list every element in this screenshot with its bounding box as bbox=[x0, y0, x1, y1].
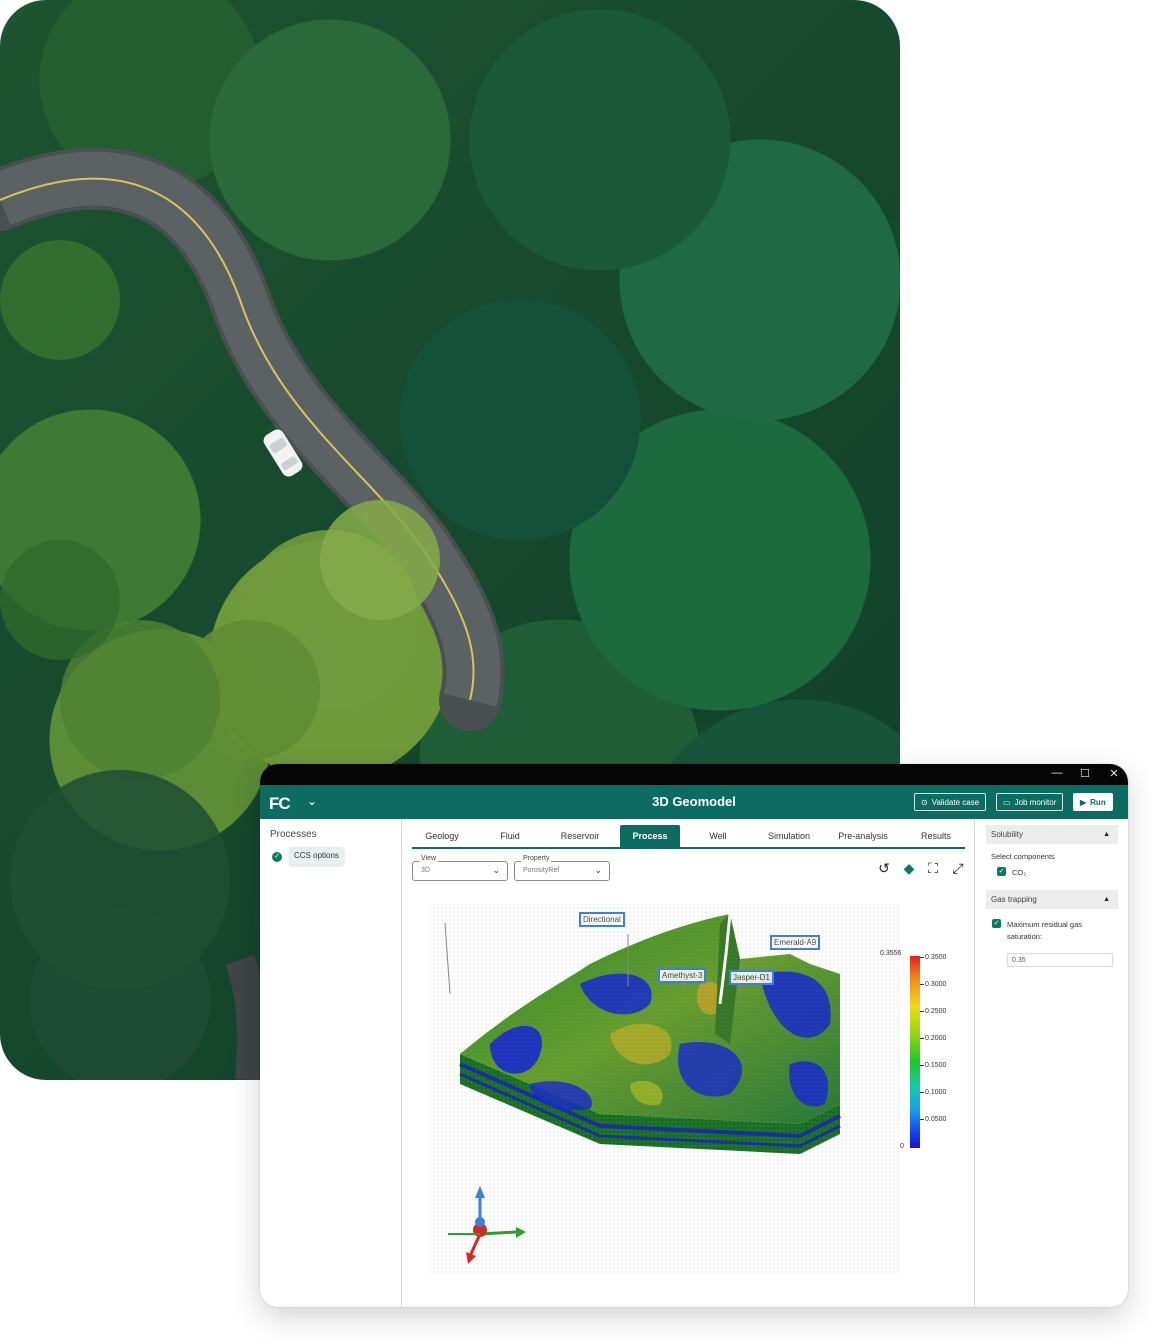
collapse-icon[interactable]: ▲ bbox=[1103, 890, 1110, 909]
monitor-icon: ▭ bbox=[1003, 798, 1011, 807]
process-item-ccs-options[interactable]: CCS options bbox=[289, 847, 344, 865]
validate-case-button[interactable]: ⊙ Validate case bbox=[914, 793, 987, 811]
fullscreen-icon[interactable]: ⛶ bbox=[924, 860, 942, 877]
settings-panel: Solubility ▲ Select components ✓ CO₂ Gas… bbox=[974, 819, 1128, 1307]
property-select[interactable]: Property PorosityRef ⌄ bbox=[514, 855, 610, 881]
chevron-down-icon: ⌄ bbox=[492, 865, 500, 875]
job-monitor-label: Job monitor bbox=[1014, 798, 1057, 807]
job-monitor-button[interactable]: ▭ Job monitor bbox=[996, 793, 1064, 811]
select-components-label: Select components bbox=[991, 852, 1055, 861]
colorbar-tick-label: 0.3500 bbox=[920, 954, 946, 961]
check-circle-icon: ✓ bbox=[272, 852, 282, 862]
section-gas-trapping[interactable]: Gas trapping ▲ bbox=[986, 890, 1118, 909]
processes-title: Processes bbox=[270, 829, 317, 840]
tab-results[interactable]: Results bbox=[906, 825, 966, 847]
section-solubility[interactable]: Solubility ▲ bbox=[986, 825, 1118, 844]
co2-checkbox[interactable]: ✓ bbox=[997, 867, 1006, 876]
max-residual-gas-label: Maximum residual gas bbox=[1007, 920, 1083, 929]
run-label: Run bbox=[1090, 798, 1106, 807]
geomodel-3d-view[interactable] bbox=[430, 904, 900, 1274]
view-select[interactable]: View 3D ⌄ bbox=[412, 855, 508, 881]
chevron-down-icon: ⌄ bbox=[594, 865, 602, 875]
tab-process[interactable]: Process bbox=[620, 825, 680, 847]
colorbar-max-label: 0.3556 bbox=[880, 950, 902, 957]
processes-panel: Processes ✓ CCS options bbox=[260, 819, 402, 1307]
colorbar-tick-label: 0.1000 bbox=[920, 1089, 946, 1096]
colorbar-tick-label: 0.3000 bbox=[920, 981, 946, 988]
well-label-jasper-d1[interactable]: Jasper-D1 bbox=[729, 970, 774, 985]
region-icon[interactable]: ◆ bbox=[900, 860, 918, 877]
view-select-label: View bbox=[419, 855, 439, 862]
minimize-icon[interactable]: — bbox=[1048, 767, 1066, 779]
collapse-icon[interactable]: ▲ bbox=[1103, 825, 1110, 844]
section-solubility-title: Solubility bbox=[991, 830, 1024, 839]
well-label-amethyst-3[interactable]: Amethyst-3 bbox=[658, 968, 707, 983]
colorbar-tick-label: 0.0500 bbox=[920, 1116, 946, 1123]
well-label-emerald-a9[interactable]: Emerald-A9 bbox=[770, 935, 821, 950]
tab-reservoir[interactable]: Reservoir bbox=[550, 825, 610, 847]
validate-icon: ⊙ bbox=[921, 798, 928, 807]
view-select-value: 3D bbox=[421, 867, 430, 874]
section-gas-trapping-title: Gas trapping bbox=[991, 895, 1037, 904]
maximize-icon[interactable]: ☐ bbox=[1076, 767, 1094, 780]
property-select-label: Property bbox=[521, 855, 552, 862]
property-select-value: PorosityRef bbox=[523, 867, 560, 874]
colorbar-min-label: 0 bbox=[900, 1143, 904, 1150]
residual-gas-saturation-input[interactable]: 0.35 bbox=[1007, 953, 1113, 967]
tab-simulation[interactable]: Simulation bbox=[756, 825, 822, 847]
tab-well[interactable]: Well bbox=[688, 825, 748, 847]
app-header: FC ⌄ 3D Geomodel ⊙ Validate case ▭ Job mon… bbox=[260, 785, 1128, 819]
tab-geology[interactable]: Geology bbox=[412, 825, 472, 847]
colorbar bbox=[910, 956, 920, 1148]
well-label-directional[interactable]: Directional bbox=[579, 912, 625, 927]
validate-case-label: Validate case bbox=[931, 798, 980, 807]
run-button[interactable]: ▶ Run bbox=[1073, 793, 1113, 811]
app-window: — ☐ ✕ FC ⌄ 3D Geomodel ⊙ Validate case ▭ J… bbox=[260, 764, 1128, 1307]
colorbar-tick-label: 0.2000 bbox=[920, 1035, 946, 1042]
close-icon[interactable]: ✕ bbox=[1105, 767, 1123, 780]
saturation-label: saturation: bbox=[1007, 932, 1043, 941]
reset-view-icon[interactable]: ↺ bbox=[875, 860, 893, 877]
max-residual-gas-checkbox[interactable]: ✓ bbox=[992, 919, 1001, 928]
expand-icon[interactable]: ⤢ bbox=[949, 860, 967, 877]
colorbar-tick-label: 0.2500 bbox=[920, 1008, 946, 1015]
play-icon: ▶ bbox=[1080, 798, 1087, 807]
window-titlebar: — ☐ ✕ bbox=[260, 764, 1128, 785]
main-tabs: Geology Fluid Reservoir Process Well Sim… bbox=[412, 825, 965, 849]
co2-label: CO₂ bbox=[1012, 868, 1027, 877]
tab-pre-analysis[interactable]: Pre-analysis bbox=[830, 825, 896, 847]
colorbar-tick-label: 0.1500 bbox=[920, 1062, 946, 1069]
tab-fluid[interactable]: Fluid bbox=[480, 825, 540, 847]
